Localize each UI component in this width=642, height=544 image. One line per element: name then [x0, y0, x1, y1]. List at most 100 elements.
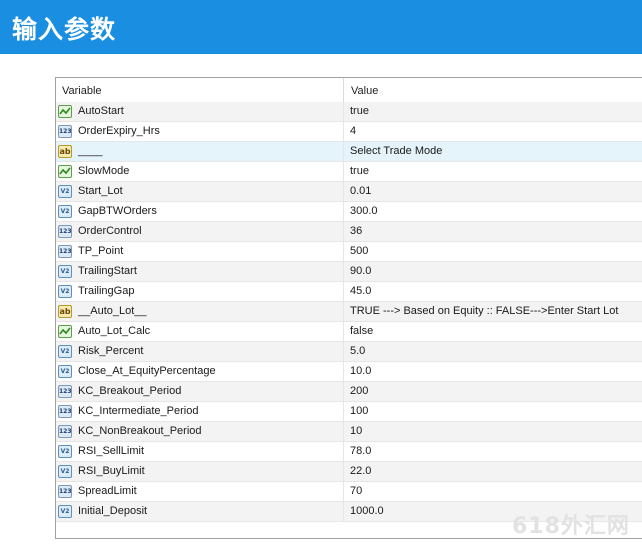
- variable-value[interactable]: 70: [350, 485, 362, 497]
- table-row[interactable]: V2 Start_Lot 0.01: [56, 182, 642, 202]
- title-banner: 输入参数: [0, 0, 642, 54]
- variable-value[interactable]: 0.01: [350, 185, 371, 197]
- double-icon: V2: [58, 265, 72, 278]
- variable-cell[interactable]: 123 KC_NonBreakout_Period: [56, 422, 344, 441]
- table-row[interactable]: 123 KC_Breakout_Period 200: [56, 382, 642, 402]
- int-icon: 123: [58, 245, 72, 258]
- variable-cell[interactable]: ab __Auto_Lot__: [56, 302, 344, 321]
- variable-value[interactable]: 200: [350, 385, 368, 397]
- column-header-variable[interactable]: Variable: [56, 78, 344, 102]
- double-icon: V2: [58, 445, 72, 458]
- variable-value[interactable]: true: [350, 165, 369, 177]
- variable-value[interactable]: 300.0: [350, 205, 378, 217]
- variable-name: SlowMode: [78, 165, 130, 177]
- variable-cell[interactable]: V2 Initial_Deposit: [56, 502, 344, 521]
- variable-name: Initial_Deposit: [78, 505, 148, 517]
- variable-cell[interactable]: Auto_Lot_Calc: [56, 322, 344, 341]
- int-icon: 123: [58, 225, 72, 238]
- bool-icon: [58, 325, 72, 338]
- variable-cell[interactable]: V2 Risk_Percent: [56, 342, 344, 361]
- string-icon: ab: [58, 145, 72, 158]
- variable-name: Auto_Lot_Calc: [78, 325, 151, 337]
- variable-cell[interactable]: AutoStart: [56, 102, 344, 121]
- table-row[interactable]: V2 RSI_BuyLimit 22.0: [56, 462, 642, 482]
- variable-cell[interactable]: V2 RSI_SellLimit: [56, 442, 344, 461]
- variable-cell[interactable]: 123 KC_Intermediate_Period: [56, 402, 344, 421]
- table-row[interactable]: 123 SpreadLimit 70: [56, 482, 642, 502]
- variable-cell[interactable]: V2 TrailingStart: [56, 262, 344, 281]
- int-icon: 123: [58, 385, 72, 398]
- string-icon: ab: [58, 305, 72, 318]
- variable-cell[interactable]: 123 OrderControl: [56, 222, 344, 241]
- variable-value[interactable]: 90.0: [350, 265, 371, 277]
- variable-cell[interactable]: 123 SpreadLimit: [56, 482, 344, 501]
- variable-name: RSI_SellLimit: [78, 445, 145, 457]
- double-icon: V2: [58, 365, 72, 378]
- variable-value[interactable]: 36: [350, 225, 362, 237]
- variable-value[interactable]: Select Trade Mode: [350, 145, 442, 157]
- variable-value[interactable]: 500: [350, 245, 368, 257]
- grid-rows: AutoStart true 123 OrderExpiry_Hrs 4 ab ____ Se…: [56, 102, 642, 522]
- variable-value[interactable]: 1000.0: [350, 505, 384, 517]
- variable-cell[interactable]: V2 GapBTWOrders: [56, 202, 344, 221]
- table-row[interactable]: V2 Risk_Percent 5.0: [56, 342, 642, 362]
- watermark: 618外汇网: [512, 514, 630, 539]
- variable-value[interactable]: 10.0: [350, 365, 371, 377]
- bool-icon: [58, 105, 72, 118]
- table-row[interactable]: 123 KC_NonBreakout_Period 10: [56, 422, 642, 442]
- double-icon: V2: [58, 345, 72, 358]
- table-row[interactable]: V2 TrailingGap 45.0: [56, 282, 642, 302]
- double-icon: V2: [58, 205, 72, 218]
- table-row[interactable]: Auto_Lot_Calc false: [56, 322, 642, 342]
- table-row[interactable]: V2 TrailingStart 90.0: [56, 262, 642, 282]
- variable-cell[interactable]: V2 Close_At_EquityPercentage: [56, 362, 344, 381]
- table-row[interactable]: ab __Auto_Lot__ TRUE ---> Based on Equity …: [56, 302, 642, 322]
- table-row[interactable]: AutoStart true: [56, 102, 642, 122]
- variable-value[interactable]: TRUE ---> Based on Equity :: FALSE--->En…: [350, 305, 618, 317]
- variable-cell[interactable]: SlowMode: [56, 162, 344, 181]
- double-icon: V2: [58, 285, 72, 298]
- variable-value[interactable]: 4: [350, 125, 356, 137]
- variable-cell[interactable]: 123 TP_Point: [56, 242, 344, 261]
- variable-cell[interactable]: ab ____: [56, 142, 344, 161]
- variable-name: SpreadLimit: [78, 485, 137, 497]
- variable-value[interactable]: 100: [350, 405, 368, 417]
- variable-cell[interactable]: 123 KC_Breakout_Period: [56, 382, 344, 401]
- variable-value[interactable]: false: [350, 325, 373, 337]
- table-row[interactable]: V2 Close_At_EquityPercentage 10.0: [56, 362, 642, 382]
- table-row[interactable]: ab ____ Select Trade Mode: [56, 142, 642, 162]
- page-title: 输入参数: [12, 15, 117, 44]
- table-row[interactable]: V2 RSI_SellLimit 78.0: [56, 442, 642, 462]
- variable-name: RSI_BuyLimit: [78, 465, 145, 477]
- variable-value[interactable]: true: [350, 105, 369, 117]
- variable-name: KC_Intermediate_Period: [78, 405, 199, 417]
- variable-name: GapBTWOrders: [78, 205, 157, 217]
- variable-cell[interactable]: V2 TrailingGap: [56, 282, 344, 301]
- table-row[interactable]: 123 TP_Point 500: [56, 242, 642, 262]
- bool-icon: [58, 165, 72, 178]
- table-row[interactable]: V2 GapBTWOrders 300.0: [56, 202, 642, 222]
- variable-name: __Auto_Lot__: [78, 305, 147, 317]
- variable-value[interactable]: 5.0: [350, 345, 365, 357]
- variable-name: ____: [78, 145, 103, 157]
- variable-cell[interactable]: V2 Start_Lot: [56, 182, 344, 201]
- double-icon: V2: [58, 465, 72, 478]
- variable-value[interactable]: 78.0: [350, 445, 371, 457]
- table-row[interactable]: SlowMode true: [56, 162, 642, 182]
- variable-value[interactable]: 45.0: [350, 285, 371, 297]
- grid-header: Variable Value: [56, 78, 642, 103]
- int-icon: 123: [58, 425, 72, 438]
- variable-name: Close_At_EquityPercentage: [78, 365, 216, 377]
- variable-cell[interactable]: 123 OrderExpiry_Hrs: [56, 122, 344, 141]
- variable-value[interactable]: 22.0: [350, 465, 371, 477]
- variable-name: TrailingStart: [78, 265, 137, 277]
- variable-name: AutoStart: [78, 105, 124, 117]
- variable-cell[interactable]: V2 RSI_BuyLimit: [56, 462, 344, 481]
- double-icon: V2: [58, 185, 72, 198]
- table-row[interactable]: 123 OrderExpiry_Hrs 4: [56, 122, 642, 142]
- variable-name: OrderExpiry_Hrs: [78, 125, 160, 137]
- double-icon: V2: [58, 505, 72, 518]
- variable-value[interactable]: 10: [350, 425, 362, 437]
- table-row[interactable]: 123 OrderControl 36: [56, 222, 642, 242]
- table-row[interactable]: 123 KC_Intermediate_Period 100: [56, 402, 642, 422]
